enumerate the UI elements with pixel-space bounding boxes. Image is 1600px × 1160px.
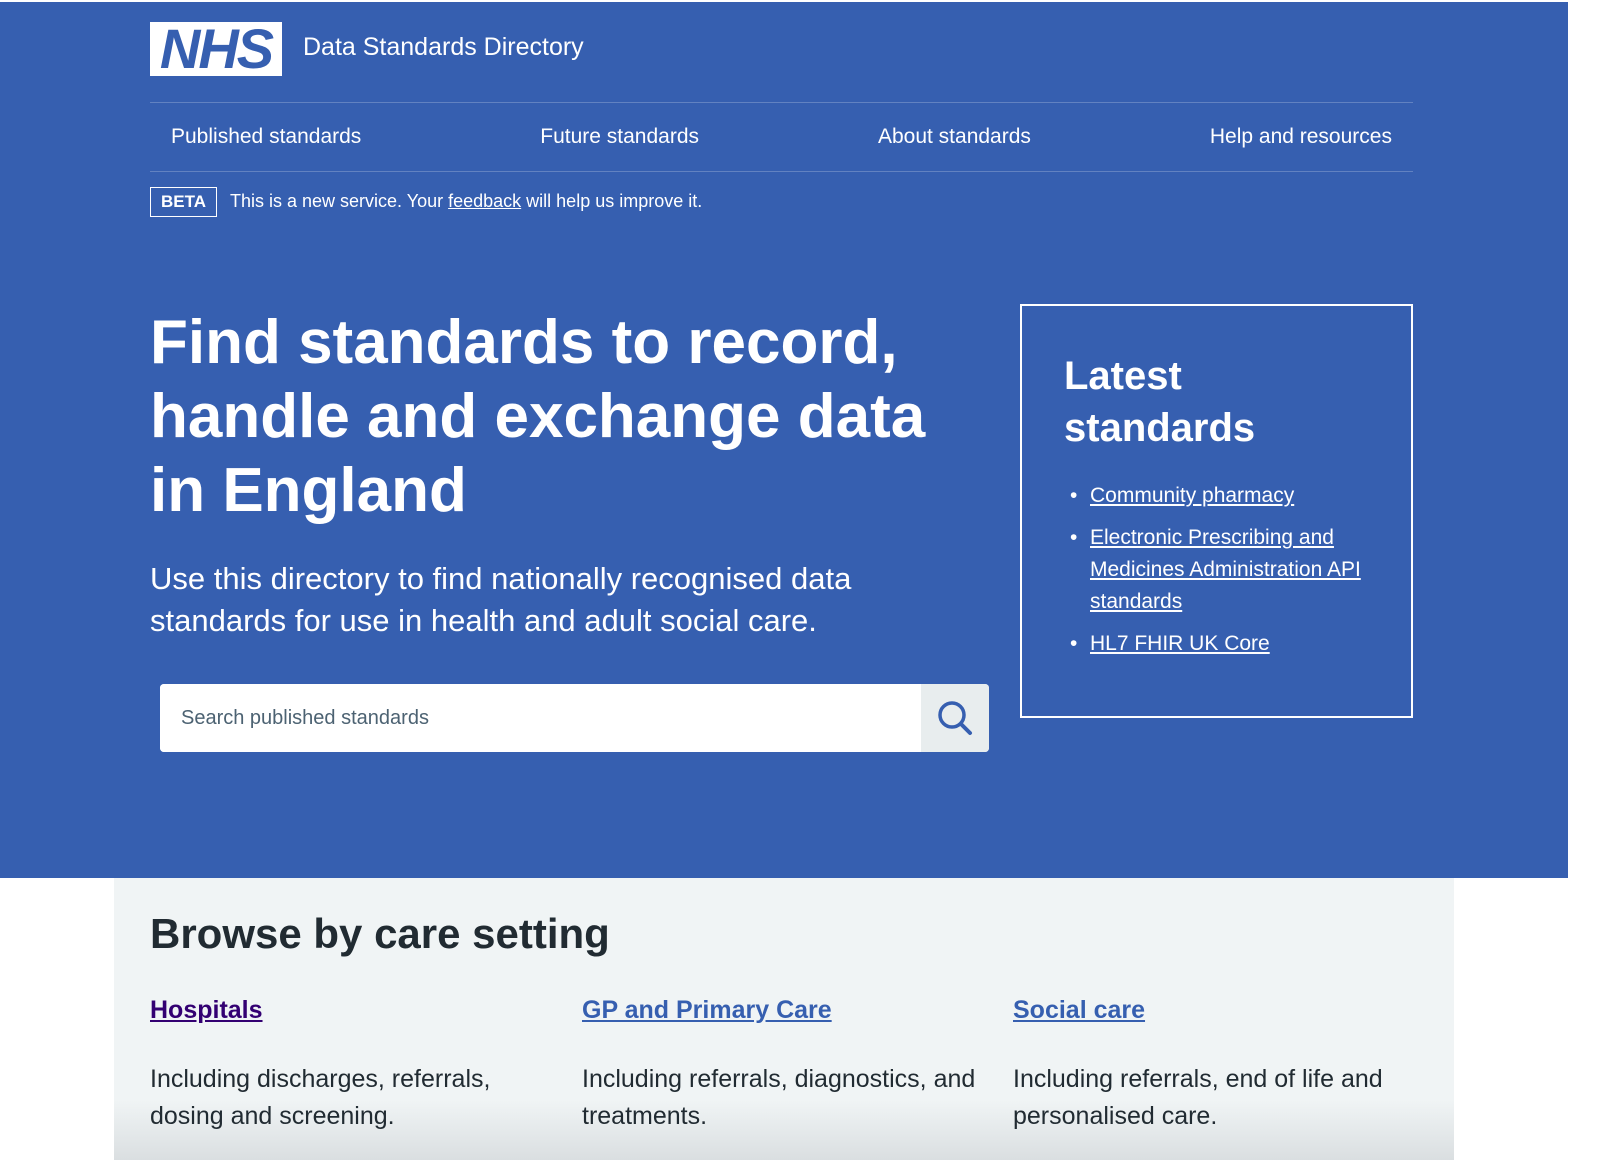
hero-description: Use this directory to find nationally re… — [150, 561, 852, 638]
browse-title: Browse by care setting — [150, 910, 610, 957]
beta-banner-text: This is a new service. Your feedback wil… — [230, 191, 702, 212]
care-setting-card-social-care: Social care Including referrals, end of … — [1013, 996, 1413, 1135]
latest-standards-panel: Latest standards Community pharmacy Elec… — [1020, 304, 1413, 718]
service-name[interactable]: Data Standards Directory — [303, 33, 584, 62]
page-edge — [1568, 0, 1600, 1160]
care-setting-card-hospitals: Hospitals Including discharges, referral… — [150, 996, 550, 1135]
latest-standard-link[interactable]: Community pharmacy — [1090, 484, 1294, 507]
nhs-logo[interactable]: NHS — [150, 17, 282, 80]
nav-item-about-standards[interactable]: About standards — [878, 125, 1031, 149]
nav-item-published-standards[interactable]: Published standards — [171, 125, 361, 149]
nav-item-future-standards[interactable]: Future standards — [540, 125, 699, 149]
search-form — [160, 684, 989, 752]
beta-text-before: This is a new service. Your — [230, 191, 449, 211]
nav-item-help-and-resources[interactable]: Help and resources — [1210, 125, 1392, 149]
care-setting-description: Including referrals, end of life and per… — [1013, 1065, 1383, 1130]
page-title: Find standards to record, handle and exc… — [150, 308, 926, 525]
latest-standard-link[interactable]: Electronic Prescribing and Medicines Adm… — [1090, 526, 1361, 613]
care-setting-link[interactable]: GP and Primary Care — [582, 996, 832, 1025]
latest-standards-title: Latest standards — [1064, 354, 1256, 450]
feedback-link[interactable]: feedback — [448, 191, 521, 211]
nhs-logo-text: NHS — [159, 17, 274, 80]
list-item: HL7 FHIR UK Core — [1070, 628, 1369, 660]
search-icon — [938, 701, 972, 735]
page: NHS Data Standards Directory Published s… — [0, 0, 1600, 1160]
latest-standard-link[interactable]: HL7 FHIR UK Core — [1090, 632, 1270, 655]
list-item: Community pharmacy — [1070, 480, 1369, 512]
search-input[interactable] — [160, 684, 921, 752]
care-setting-description: Including referrals, diagnostics, and tr… — [582, 1065, 976, 1130]
care-setting-card-gp: GP and Primary Care Including referrals,… — [582, 996, 982, 1135]
list-item: Electronic Prescribing and Medicines Adm… — [1070, 522, 1369, 618]
latest-standards-list: Community pharmacy Electronic Prescribin… — [1064, 480, 1369, 660]
beta-tag: BETA — [150, 187, 217, 217]
search-button[interactable] — [921, 684, 989, 752]
care-setting-link[interactable]: Hospitals — [150, 996, 263, 1025]
primary-navigation: Published standards Future standards Abo… — [150, 102, 1413, 172]
care-setting-description: Including discharges, referrals, dosing … — [150, 1065, 491, 1130]
care-setting-link[interactable]: Social care — [1013, 996, 1145, 1025]
beta-text-after: will help us improve it. — [521, 191, 703, 211]
